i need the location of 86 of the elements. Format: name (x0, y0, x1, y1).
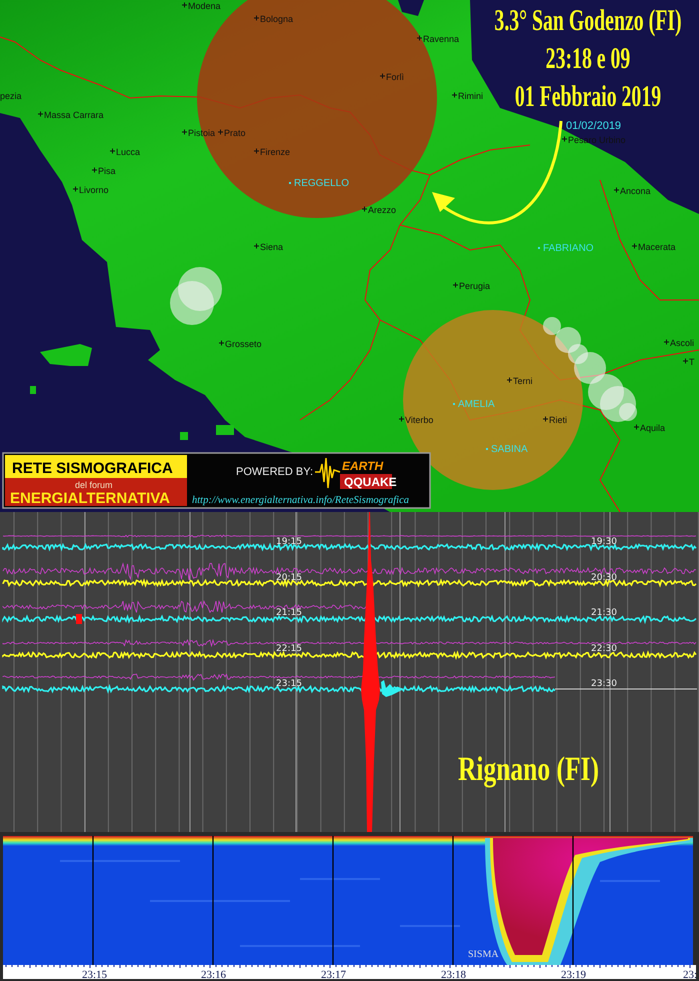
powered-by-label: POWERED BY: (236, 466, 314, 478)
time-label: 21:15 (276, 608, 302, 618)
city-label: Modena (188, 1, 221, 11)
time-label: 19:15 (276, 537, 302, 547)
time-label: 23:17 (321, 969, 346, 981)
city-label: Ancona (620, 186, 651, 196)
seismic-wave-icon (315, 457, 340, 489)
city-marker (398, 416, 404, 422)
island (216, 425, 234, 435)
city-marker (542, 416, 548, 422)
time-label: 21:30 (591, 608, 617, 618)
city-label: Bologna (260, 14, 294, 24)
city-marker (182, 2, 188, 8)
headline-text: 3.3° San Godenzo (FI) (494, 4, 682, 38)
date-label: 01/02/2019 (566, 120, 622, 132)
banner-subtitle: del forum (75, 480, 113, 490)
city-marker (38, 111, 44, 117)
time-label: 23:18 (441, 969, 466, 981)
city-label: Ravenna (423, 34, 460, 44)
quake-circle (170, 281, 214, 325)
station-title: Rignano (FI) (458, 749, 599, 788)
city-label: Grosseto (225, 339, 262, 349)
city-marker (634, 424, 640, 430)
city-marker (452, 92, 458, 98)
city-label: Lucca (116, 147, 140, 157)
time-label: 23:30 (591, 679, 617, 689)
island (180, 432, 188, 440)
city-label: Pisa (98, 166, 116, 176)
headline-text: 23:18 e 09 (546, 42, 630, 76)
city-marker (562, 136, 568, 142)
city-label: Rimini (458, 91, 484, 101)
time-label: 19:30 (591, 537, 617, 547)
station-label: REGGELLO (294, 178, 350, 189)
city-label: Aquila (640, 423, 666, 433)
city-label: Macerata (638, 242, 676, 252)
city-label: Firenze (260, 147, 290, 157)
city-label: Siena (260, 242, 284, 252)
time-label: 23:16 (201, 969, 226, 981)
city-marker (254, 15, 260, 21)
station-label: SABINA (491, 444, 528, 455)
city-marker (218, 340, 224, 346)
city-marker (362, 206, 368, 212)
city-label: Terni (513, 376, 533, 386)
time-label: 23:19 (561, 969, 586, 981)
city-label: pezia (0, 91, 22, 101)
island (40, 344, 92, 366)
city-label: Prato (224, 128, 246, 138)
time-label: 20:30 (591, 573, 617, 583)
station-label: FABRIANO (543, 243, 594, 254)
city-label: Livorno (79, 185, 109, 195)
city-marker (110, 148, 116, 154)
city-marker (614, 187, 620, 193)
banner-title: RETE SISMOGRAFICA (12, 460, 173, 477)
banner-forum-name: ENERGIALTERNATIVA (10, 490, 170, 507)
logo-text: EARTH (342, 459, 384, 473)
city-marker (506, 377, 512, 383)
city-label: Ascoli (670, 338, 694, 348)
city-label: Forlì (386, 72, 404, 82)
city-marker (452, 282, 458, 288)
time-label: 23:15 (276, 679, 302, 689)
city-marker (682, 358, 688, 364)
city-marker (380, 73, 386, 79)
city-marker (254, 243, 260, 249)
city-label: Massa Carrara (44, 110, 104, 120)
island (30, 386, 36, 394)
city-label: Perugia (459, 281, 490, 291)
event-label: SISMA (468, 949, 499, 960)
city-marker (182, 129, 188, 135)
city-label: T (689, 357, 694, 367)
city-marker (72, 186, 78, 192)
city-marker (254, 148, 260, 154)
time-label: 22:30 (591, 644, 617, 654)
city-marker (416, 35, 422, 41)
city-label: Arezzo (368, 205, 396, 215)
time-label: 23:15 (82, 969, 108, 981)
time-label: 20:15 (276, 573, 302, 583)
station-label: AMELIA (458, 399, 495, 410)
city-label: Viterbo (405, 415, 434, 425)
city-marker (632, 243, 638, 249)
city-marker (664, 339, 670, 345)
city-label: Rieti (549, 415, 568, 425)
city-marker (92, 167, 98, 173)
city-marker (218, 129, 224, 135)
time-label: 22:15 (276, 644, 302, 654)
headline-text: 01 Febbraio 2019 (514, 80, 662, 114)
signal-mark (76, 614, 82, 624)
